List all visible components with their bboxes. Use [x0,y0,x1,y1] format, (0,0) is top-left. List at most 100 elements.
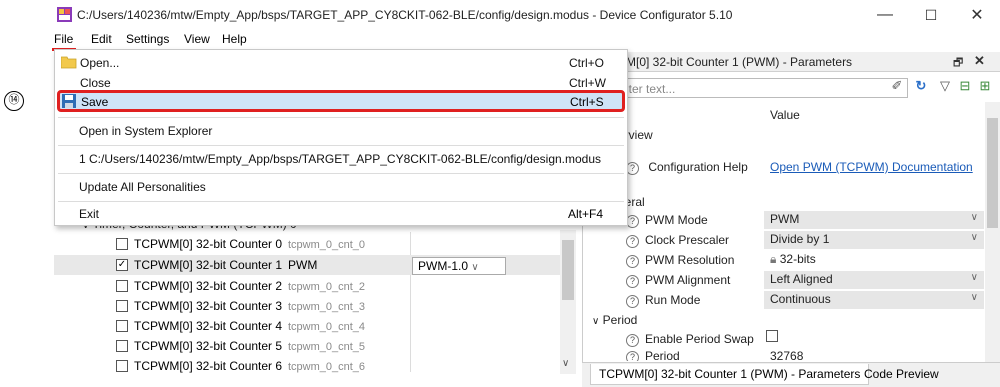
chevron-down-icon: ∨ [471,262,479,273]
menu-item-open-in-explorer[interactable]: Open in System Explorer [79,124,212,138]
pwm-alignment-label-row: ? PWM Alignment [626,273,730,288]
help-icon: ? [626,351,639,361]
tab-parameters[interactable]: TCPWM[0] 32-bit Counter 1 (PWM) - Parame… [590,364,870,385]
scroll-down-icon[interactable]: ∨ [562,358,569,369]
menu-item-close[interactable]: Close [80,76,111,90]
tab-code-preview[interactable]: Code Preview [856,364,947,385]
chevron-down-icon: ∨ [592,316,600,327]
row-checkbox[interactable] [116,280,128,292]
collapse-all-icon[interactable]: ⊟ [956,78,974,98]
chevron-down-icon: ∨ [970,212,978,223]
config-help-label: Configuration Help [648,160,748,174]
menu-item-recent-file[interactable]: 1 C:/Users/140236/mtw/Empty_App/bsps/TAR… [79,152,601,166]
enable-period-swap-checkbox[interactable] [766,330,778,342]
window-title: C:/Users/140236/mtw/Empty_App/bsps/TARGE… [77,8,733,22]
enable-period-swap-row: ? Enable Period Swap [626,332,754,347]
table-row[interactable]: TCPWM[0] 32-bit Counter 0 tcpwm_0_cnt_0 [54,234,560,254]
exit-shortcut: Alt+F4 [568,207,604,221]
open-folder-icon [61,56,77,69]
row-checkbox[interactable]: ✓ [116,259,128,271]
table-row[interactable]: TCPWM[0] 32-bit Counter 6 tcpwm_0_cnt_6 [54,356,560,376]
personality-dropdown[interactable]: PWM-1.0 ∨ [412,257,506,275]
menu-edit[interactable]: Edit [91,32,112,46]
menu-settings[interactable]: Settings [126,32,169,46]
row-checkbox[interactable] [116,320,128,332]
row-name[interactable]: tcpwm_0_cnt_3 [288,301,365,313]
close-shortcut: Ctrl+W [569,76,606,90]
pwm-mode-label-row: ? PWM Mode [626,213,708,228]
row-label: TCPWM[0] 32-bit Counter 2 [134,279,283,293]
save-icon [62,94,76,108]
table-row[interactable]: TCPWM[0] 32-bit Counter 4 tcpwm_0_cnt_4 [54,316,560,336]
menu-item-open[interactable]: Open... [80,56,119,70]
chevron-down-icon: ∨ [970,232,978,243]
run-mode-label-row: ? Run Mode [626,293,700,308]
row-checkbox[interactable] [116,300,128,312]
app-icon [57,7,72,22]
menu-separator [58,145,624,146]
menu-separator [58,201,624,202]
row-label: TCPWM[0] 32-bit Counter 6 [134,359,283,373]
row-label: TCPWM[0] 32-bit Counter 4 [134,319,283,333]
row-checkbox[interactable] [116,238,128,250]
parameters-panel-title: M[0] 32-bit Counter 1 (PWM) - Parameters [626,55,853,69]
help-icon: ? [626,334,639,347]
row-name[interactable]: PWM [288,258,317,272]
save-label: Save [81,95,109,109]
expand-all-icon[interactable]: ⊞ [976,78,994,98]
row-name[interactable]: tcpwm_0_cnt_5 [288,341,365,353]
chevron-down-icon: ∨ [970,292,978,303]
clear-filter-icon[interactable]: ✐ [888,78,906,98]
close-panel-icon[interactable]: ✕ [974,53,985,69]
pwm-alignment-dropdown[interactable]: Left Aligned ∨ [764,271,984,289]
maximize-button[interactable]: ☐ [908,0,954,30]
help-icon: ? [626,295,639,308]
row-name[interactable]: tcpwm_0_cnt_0 [288,239,365,251]
filter-icon[interactable]: ▽ [936,78,954,98]
filter-placeholder: lter text... [626,82,676,96]
help-icon: ? [626,255,639,268]
menu-file[interactable]: File [54,32,73,46]
minimize-button[interactable]: — [862,0,908,30]
config-help-row: ? Configuration Help [626,160,748,175]
period-value[interactable]: 32768 [770,349,803,361]
menu-separator [58,117,624,118]
period-row: ? Period [626,349,680,361]
table-row[interactable]: TCPWM[0] 32-bit Counter 5 tcpwm_0_cnt_5 [54,336,560,356]
clock-prescaler-dropdown[interactable]: Divide by 1 ∨ [764,231,984,249]
parameters-scrollbar-thumb[interactable] [987,118,998,228]
menu-help[interactable]: Help [222,32,247,46]
run-mode-dropdown[interactable]: Continuous ∨ [764,291,984,309]
tree-scrollbar-thumb[interactable] [562,240,574,300]
clock-prescaler-label-row: ? Clock Prescaler [626,233,729,248]
row-label: TCPWM[0] 32-bit Counter 3 [134,299,283,313]
pwm-mode-dropdown[interactable]: PWM ∨ [764,211,984,229]
row-checkbox[interactable] [116,360,128,372]
period-section-header[interactable]: ∨ Period [592,313,637,327]
menu-item-update-personalities[interactable]: Update All Personalities [79,180,206,194]
row-name[interactable]: tcpwm_0_cnt_6 [288,361,365,373]
open-shortcut: Ctrl+O [569,56,605,70]
step-number-badge: ⑭ [4,91,24,111]
row-name[interactable]: tcpwm_0_cnt_4 [288,321,365,333]
value-column-header: Value [770,108,800,122]
pwm-resolution-value: 🔒︎ 32-bits [770,252,816,266]
menu-item-exit[interactable]: Exit [79,207,99,221]
row-label: TCPWM[0] 32-bit Counter 1 [134,258,283,272]
close-window-button[interactable]: ✕ [954,0,1000,30]
menu-item-save[interactable]: Save Ctrl+S [57,90,625,112]
save-shortcut: Ctrl+S [570,95,604,109]
menu-view[interactable]: View [184,32,210,46]
refresh-icon[interactable]: ↻ [912,78,930,98]
table-row[interactable]: TCPWM[0] 32-bit Counter 3 tcpwm_0_cnt_3 [54,296,560,316]
help-icon: ? [626,235,639,248]
row-label: TCPWM[0] 32-bit Counter 5 [134,339,283,353]
lock-icon: 🔒︎ [770,252,777,266]
pin-icon[interactable]: 🗗 [953,54,963,73]
row-label: TCPWM[0] 32-bit Counter 0 [134,237,283,251]
table-row[interactable]: TCPWM[0] 32-bit Counter 2 tcpwm_0_cnt_2 [54,276,560,296]
row-checkbox[interactable] [116,340,128,352]
pwm-resolution-label-row: ? PWM Resolution [626,253,734,268]
row-name[interactable]: tcpwm_0_cnt_2 [288,281,365,293]
pwm-documentation-link[interactable]: Open PWM (TCPWM) Documentation [770,160,973,174]
